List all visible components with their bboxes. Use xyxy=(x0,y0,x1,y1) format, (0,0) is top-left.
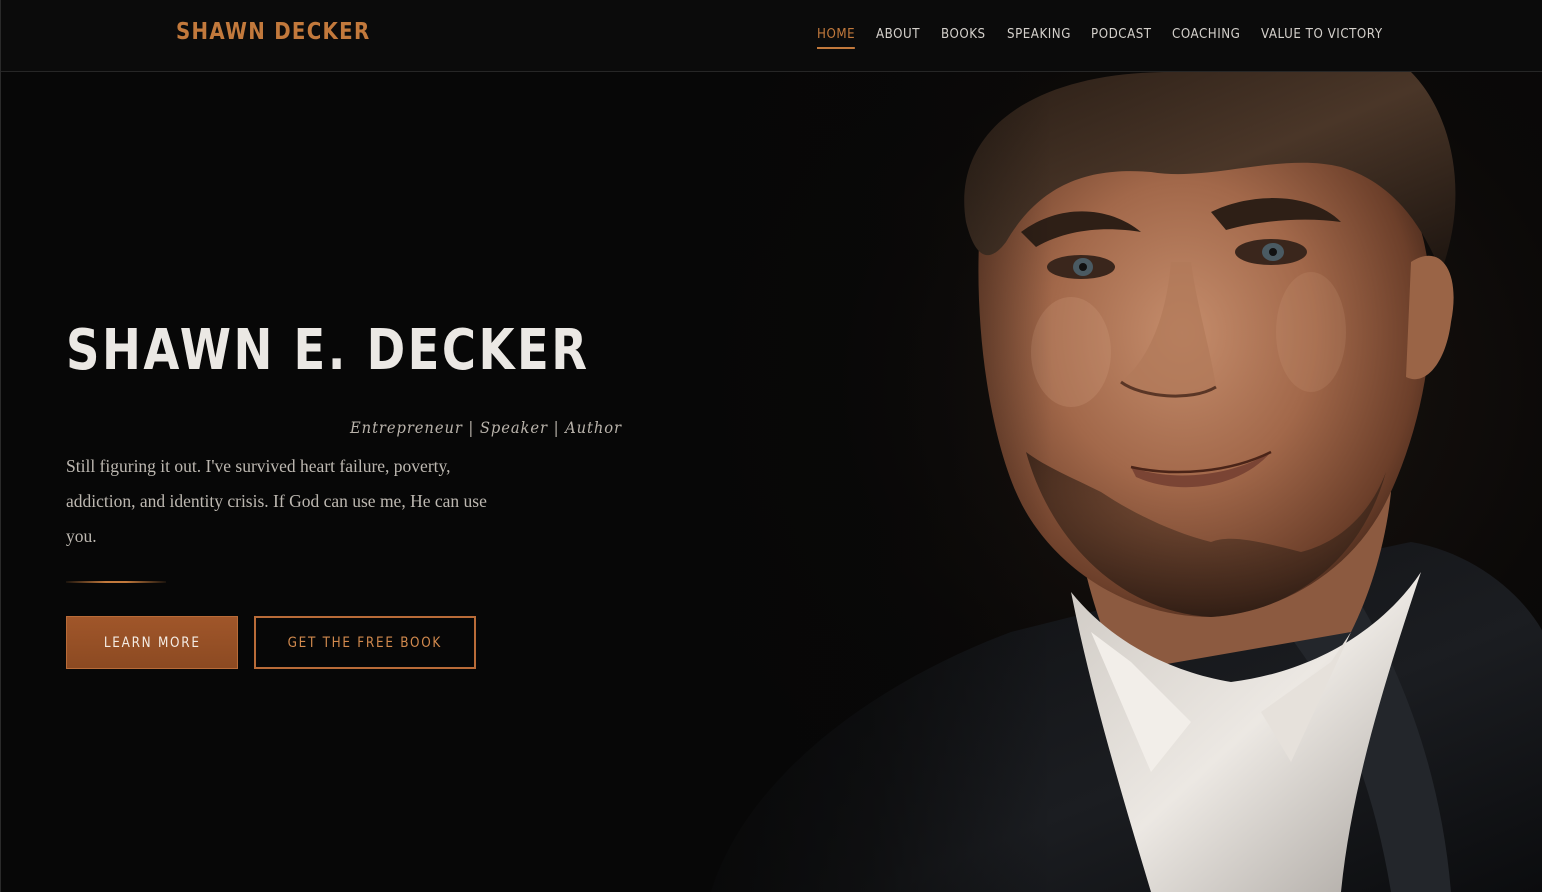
learn-more-button-label: LEARN MORE xyxy=(103,634,201,651)
hero-intro-line: addiction, and identity crisis. If God c… xyxy=(66,491,487,511)
site-header: SHAWN DECKER HOME ABOUT BOOKS SPEAKING P… xyxy=(1,0,1542,72)
get-free-book-button-label: GET THE FREE BOOK xyxy=(287,634,443,651)
learn-more-button[interactable]: LEARN MORE xyxy=(66,616,238,669)
hero-tagline: Entrepreneur | Speaker | Author xyxy=(350,418,622,437)
get-free-book-button[interactable]: GET THE FREE BOOK xyxy=(254,616,476,669)
page: SHAWN DECKER HOME ABOUT BOOKS SPEAKING P… xyxy=(0,0,1542,892)
hero-title: SHAWN E. DECKER xyxy=(66,318,590,383)
nav-item-home[interactable]: HOME xyxy=(817,24,856,49)
site-logo[interactable]: SHAWN DECKER xyxy=(176,19,370,45)
nav-item-speaking[interactable]: SPEAKING xyxy=(1007,24,1071,44)
hero-intro: Still figuring it out. I've survived hea… xyxy=(66,449,536,554)
nav-item-value-to-victory[interactable]: VALUE TO VICTORY xyxy=(1261,24,1383,44)
accent-divider xyxy=(66,581,166,583)
nav-item-podcast[interactable]: PODCAST xyxy=(1091,24,1152,44)
hero-intro-line: Still figuring it out. I've survived hea… xyxy=(66,456,451,476)
hero-intro-line: you. xyxy=(66,526,97,546)
nav-item-books[interactable]: BOOKS xyxy=(941,24,986,44)
nav-item-about[interactable]: ABOUT xyxy=(876,24,920,44)
nav-item-coaching[interactable]: COACHING xyxy=(1172,24,1240,44)
portrait-image xyxy=(651,72,1542,892)
